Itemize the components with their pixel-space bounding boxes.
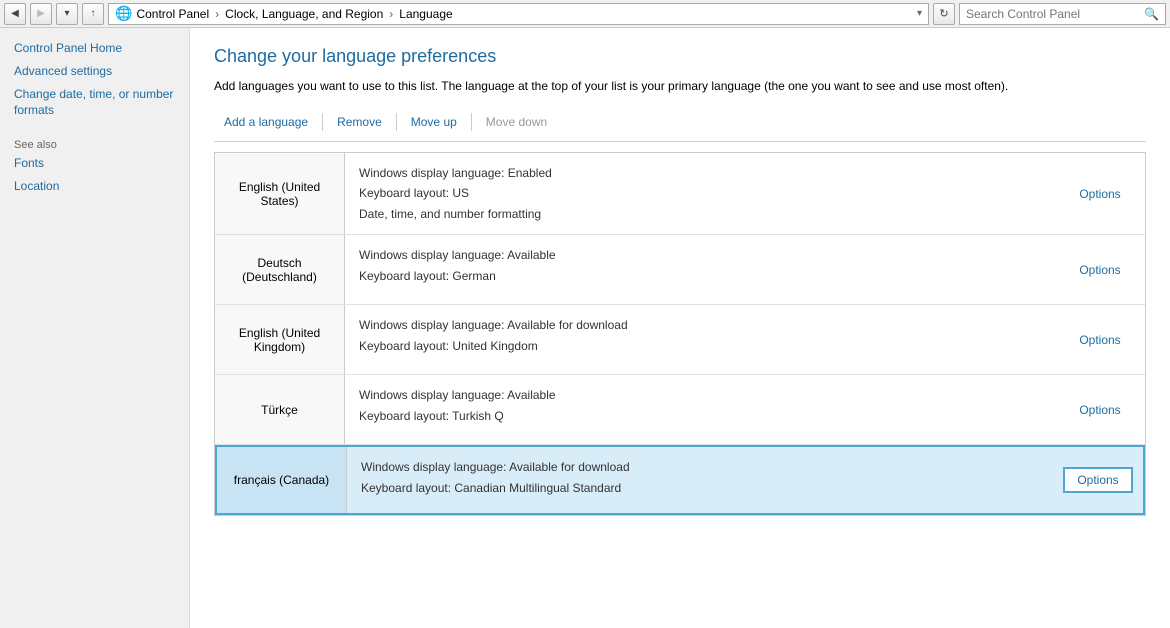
title-bar: ◀ ▶ ▾ ↑ 🌐 Control Panel › Clock, Languag… <box>0 0 1170 28</box>
language-row-deutsch[interactable]: Deutsch (Deutschland) Windows display la… <box>215 235 1145 305</box>
nav-fonts[interactable]: Fonts <box>14 155 175 172</box>
lang-options-english-us: Options <box>1055 153 1145 234</box>
lang-detail-line-3: Date, time, and number formatting <box>359 204 1041 224</box>
search-icon: 🔍 <box>1144 7 1159 21</box>
lang-detail-deutsch-1: Windows display language: Available <box>359 245 1041 265</box>
language-row-francais[interactable]: français (Canada) Windows display langua… <box>215 445 1145 515</box>
options-link-english-uk[interactable]: Options <box>1079 333 1120 347</box>
forward-button[interactable]: ▶ <box>30 3 52 25</box>
globe-icon: 🌐 <box>115 5 132 22</box>
lang-options-deutsch: Options <box>1055 235 1145 304</box>
left-nav: Control Panel Home Advanced settings Cha… <box>0 28 190 628</box>
lang-detail-francais-2: Keyboard layout: Canadian Multilingual S… <box>361 478 1039 498</box>
lang-details-turkce: Windows display language: Available Keyb… <box>345 375 1055 444</box>
nav-control-panel-home[interactable]: Control Panel Home <box>14 40 175 57</box>
lang-details-francais: Windows display language: Available for … <box>347 447 1053 513</box>
lang-name-turkce: Türkçe <box>215 375 345 444</box>
nav-location[interactable]: Location <box>14 178 175 195</box>
main-container: Control Panel Home Advanced settings Cha… <box>0 28 1170 628</box>
lang-detail-line-2: Keyboard layout: US <box>359 183 1041 203</box>
search-input[interactable] <box>966 7 1144 21</box>
lang-name-english-uk: English (United Kingdom) <box>215 305 345 374</box>
page-description: Add languages you want to use to this li… <box>214 77 1146 95</box>
search-box: 🔍 <box>959 3 1166 25</box>
lang-detail-line-1: Windows display language: Enabled <box>359 163 1041 183</box>
breadcrumb-separator-1: › <box>215 7 219 21</box>
toolbar-separator-2 <box>396 113 397 131</box>
lang-name-francais: français (Canada) <box>217 447 347 513</box>
up-button[interactable]: ↑ <box>82 3 104 25</box>
breadcrumb-language: Language <box>399 7 452 21</box>
breadcrumb-control-panel[interactable]: Control Panel <box>136 7 209 21</box>
lang-name-english-us: English (United States) <box>215 153 345 234</box>
lang-detail-francais-1: Windows display language: Available for … <box>361 457 1039 477</box>
toolbar-separator-1 <box>322 113 323 131</box>
options-button-francais[interactable]: Options <box>1063 467 1132 493</box>
refresh-button[interactable]: ↻ <box>933 3 955 25</box>
address-bar: 🌐 Control Panel › Clock, Language, and R… <box>108 3 929 25</box>
move-up-button[interactable]: Move up <box>401 111 467 133</box>
breadcrumb-separator-2: › <box>389 7 393 21</box>
lang-detail-uk-1: Windows display language: Available for … <box>359 315 1041 335</box>
lang-detail-deutsch-2: Keyboard layout: German <box>359 266 1041 286</box>
lang-details-english-us: Windows display language: Enabled Keyboa… <box>345 153 1055 234</box>
lang-options-english-uk: Options <box>1055 305 1145 374</box>
dropdown-button[interactable]: ▾ <box>56 3 78 25</box>
language-list: English (United States) Windows display … <box>214 152 1146 516</box>
nav-advanced-settings[interactable]: Advanced settings <box>14 63 175 80</box>
content-area: Change your language preferences Add lan… <box>190 28 1170 628</box>
nav-change-date-time[interactable]: Change date, time, or number formats <box>14 86 175 120</box>
toolbar: Add a language Remove Move up Move down <box>214 111 1146 142</box>
language-row-turkce[interactable]: Türkçe Windows display language: Availab… <box>215 375 1145 445</box>
address-dropdown-button[interactable]: ▾ <box>917 8 922 19</box>
options-link-english-us[interactable]: Options <box>1079 187 1120 201</box>
lang-details-deutsch: Windows display language: Available Keyb… <box>345 235 1055 304</box>
toolbar-separator-3 <box>471 113 472 131</box>
back-button[interactable]: ◀ <box>4 3 26 25</box>
lang-details-english-uk: Windows display language: Available for … <box>345 305 1055 374</box>
lang-detail-turkce-1: Windows display language: Available <box>359 385 1041 405</box>
add-language-button[interactable]: Add a language <box>214 111 318 133</box>
lang-detail-turkce-2: Keyboard layout: Turkish Q <box>359 406 1041 426</box>
page-title: Change your language preferences <box>214 46 1146 67</box>
lang-options-turkce: Options <box>1055 375 1145 444</box>
see-also-title: See also <box>14 139 175 151</box>
move-down-button[interactable]: Move down <box>476 111 557 133</box>
breadcrumb-clock-region[interactable]: Clock, Language, and Region <box>225 7 383 21</box>
options-link-deutsch[interactable]: Options <box>1079 263 1120 277</box>
language-row-english-uk[interactable]: English (United Kingdom) Windows display… <box>215 305 1145 375</box>
lang-detail-uk-2: Keyboard layout: United Kingdom <box>359 336 1041 356</box>
options-link-turkce[interactable]: Options <box>1079 403 1120 417</box>
language-row-english-us[interactable]: English (United States) Windows display … <box>215 153 1145 235</box>
lang-options-francais: Options <box>1053 447 1143 513</box>
remove-button[interactable]: Remove <box>327 111 392 133</box>
lang-name-deutsch: Deutsch (Deutschland) <box>215 235 345 304</box>
